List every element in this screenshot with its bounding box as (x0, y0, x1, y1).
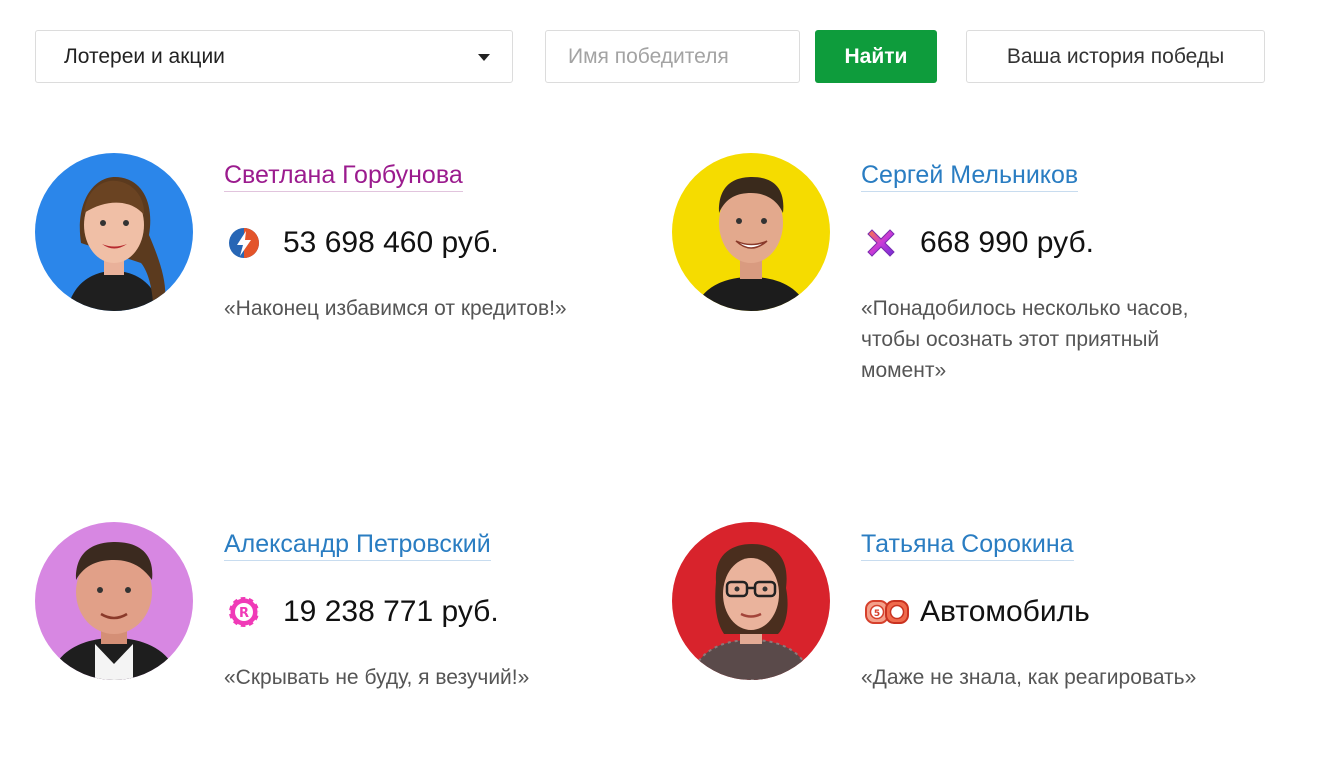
your-win-story-button[interactable]: Ваша история победы (966, 30, 1265, 83)
lottery-select[interactable]: Лотереи и акции (35, 30, 513, 83)
lottery-select-value: Лотереи и акции (64, 45, 225, 68)
bingo-barrels-icon: 5 (864, 595, 909, 629)
winner-card: Сергей Мельников 668 990 руб. «Понадобил… (672, 153, 1272, 393)
winner-quote: «Даже не знала, как реагировать» (861, 666, 1197, 689)
winner-name-link[interactable]: Светлана Горбунова (224, 159, 463, 192)
prize-amount: 53 698 460 руб. (283, 226, 499, 259)
winner-quote: «Наконец избавимся от кредитов!» (224, 297, 567, 320)
winner-quote: «Понадобилось несколько часов, чтобы осо… (861, 297, 1189, 382)
winner-quote: «Скрывать не буду, я везучий!» (224, 666, 530, 689)
winner-name-link[interactable]: Сергей Мельников (861, 159, 1079, 192)
winner-card: Александр Петровский R 19 238 771 руб. «… (35, 522, 635, 762)
winner-card: Светлана Горбунова 53 698 460 руб. «Нако… (35, 153, 635, 393)
svg-text:R: R (239, 606, 249, 621)
prize-amount: 668 990 руб. (920, 226, 1094, 259)
prize-row: 5 Автомобиль (864, 592, 1090, 632)
winner-avatar (672, 153, 830, 311)
svg-text:5: 5 (874, 609, 880, 619)
pink-r-chip-icon: R (227, 595, 261, 629)
winner-name-link[interactable]: Александр Петровский (224, 528, 491, 561)
winner-name-input[interactable] (545, 30, 800, 83)
winners-filter-bar: Лотереи и акции Найти Ваша история побед… (35, 30, 1332, 85)
prize-row: 668 990 руб. (864, 223, 1094, 263)
prize-amount: 19 238 771 руб. (283, 595, 499, 628)
winner-card: Татьяна Сорокина 5 Автомобиль «Даже не з… (672, 522, 1272, 762)
chevron-down-icon (478, 54, 490, 61)
prize-amount: Автомобиль (920, 595, 1090, 628)
winner-avatar (35, 522, 193, 680)
winner-avatar (672, 522, 830, 680)
prize-row: R 19 238 771 руб. (227, 592, 499, 632)
lightning-ball-icon (227, 226, 261, 260)
prize-row: 53 698 460 руб. (227, 223, 499, 263)
winner-avatar (35, 153, 193, 311)
find-button[interactable]: Найти (815, 30, 937, 83)
purple-cross-icon (864, 226, 898, 260)
winner-name-link[interactable]: Татьяна Сорокина (861, 528, 1074, 561)
